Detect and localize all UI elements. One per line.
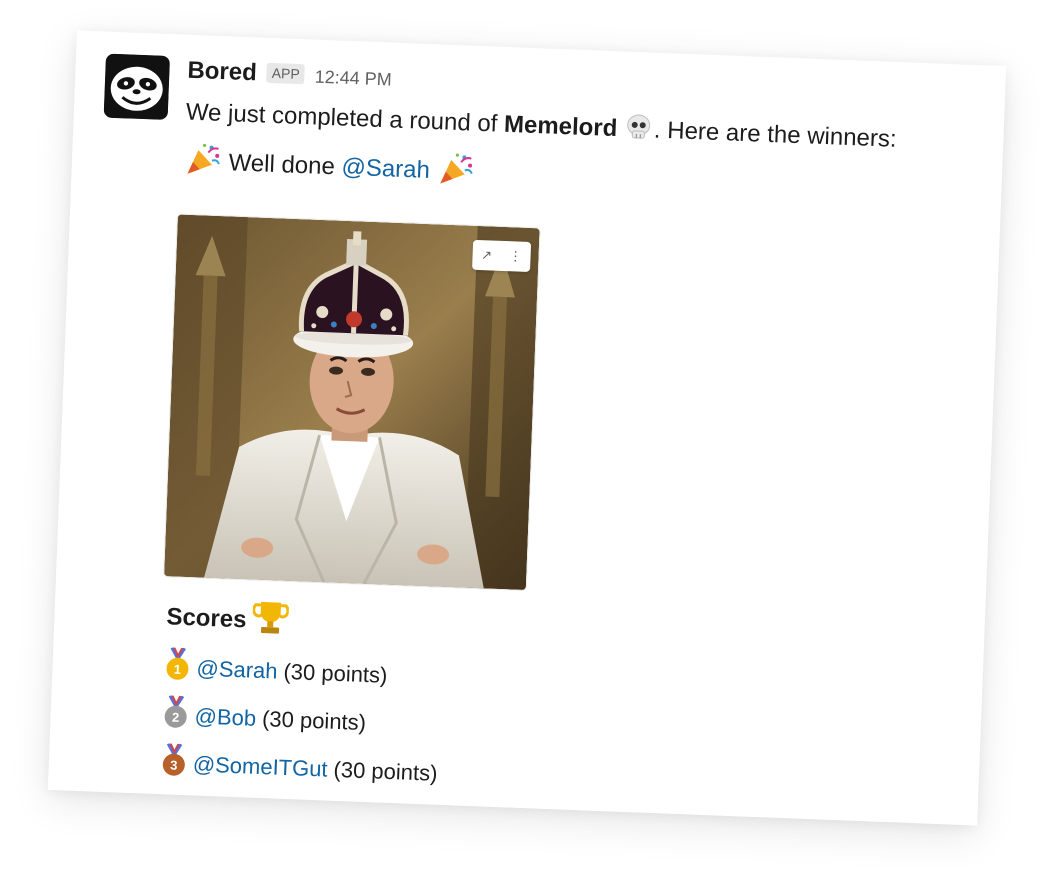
bronze-medal-icon: 3: [160, 742, 188, 784]
line1-prefix: We just completed a round of: [185, 98, 498, 138]
image-action-bar: ↗ ⋮: [472, 239, 532, 272]
message-content: Bored APP 12:44 PM We just completed a r…: [160, 57, 985, 814]
party-popper-icon: [436, 149, 476, 195]
message-card: Bored APP 12:44 PM We just completed a r…: [47, 30, 1007, 826]
winner-mention[interactable]: @Sarah: [341, 154, 430, 184]
scores-title: Scores: [165, 602, 248, 633]
score-points-3: (30 points): [333, 756, 438, 786]
sloth-avatar-icon[interactable]: [103, 53, 171, 120]
gold-medal-icon: 1: [164, 646, 192, 688]
score-user-1[interactable]: @Sarah: [196, 656, 278, 685]
silver-medal-icon: 2: [162, 694, 190, 736]
meme-gif-image[interactable]: ↗ ⋮: [164, 214, 540, 591]
game-name: Memelord: [503, 110, 618, 143]
king-meme-picture: [164, 214, 540, 591]
message-timestamp[interactable]: 12:44 PM: [314, 67, 392, 91]
bronze-medal-number: 3: [170, 758, 178, 773]
screenshot-stage: Bored APP 12:44 PM We just completed a r…: [0, 0, 1047, 894]
app-badge: APP: [266, 62, 306, 85]
silver-medal-number: 2: [172, 710, 180, 725]
skull-icon: [623, 112, 654, 150]
vertical-ellipsis-icon[interactable]: ⋮: [509, 248, 523, 264]
score-points-1: (30 points): [283, 658, 388, 688]
score-user-2[interactable]: @Bob: [194, 703, 256, 731]
trophy-icon: [252, 598, 290, 644]
gold-medal-number: 1: [174, 662, 182, 677]
external-link-icon[interactable]: ↗: [481, 247, 492, 263]
chat-message: Bored APP 12:44 PM We just completed a r…: [103, 53, 985, 786]
well-done-text: Well done: [228, 149, 336, 181]
sender-name[interactable]: Bored: [187, 57, 257, 88]
score-user-3[interactable]: @SomeITGut: [192, 751, 328, 782]
line1-suffix: . Here are the winners:: [653, 116, 898, 153]
score-points-2: (30 points): [261, 706, 367, 736]
party-popper-icon: [183, 140, 223, 186]
